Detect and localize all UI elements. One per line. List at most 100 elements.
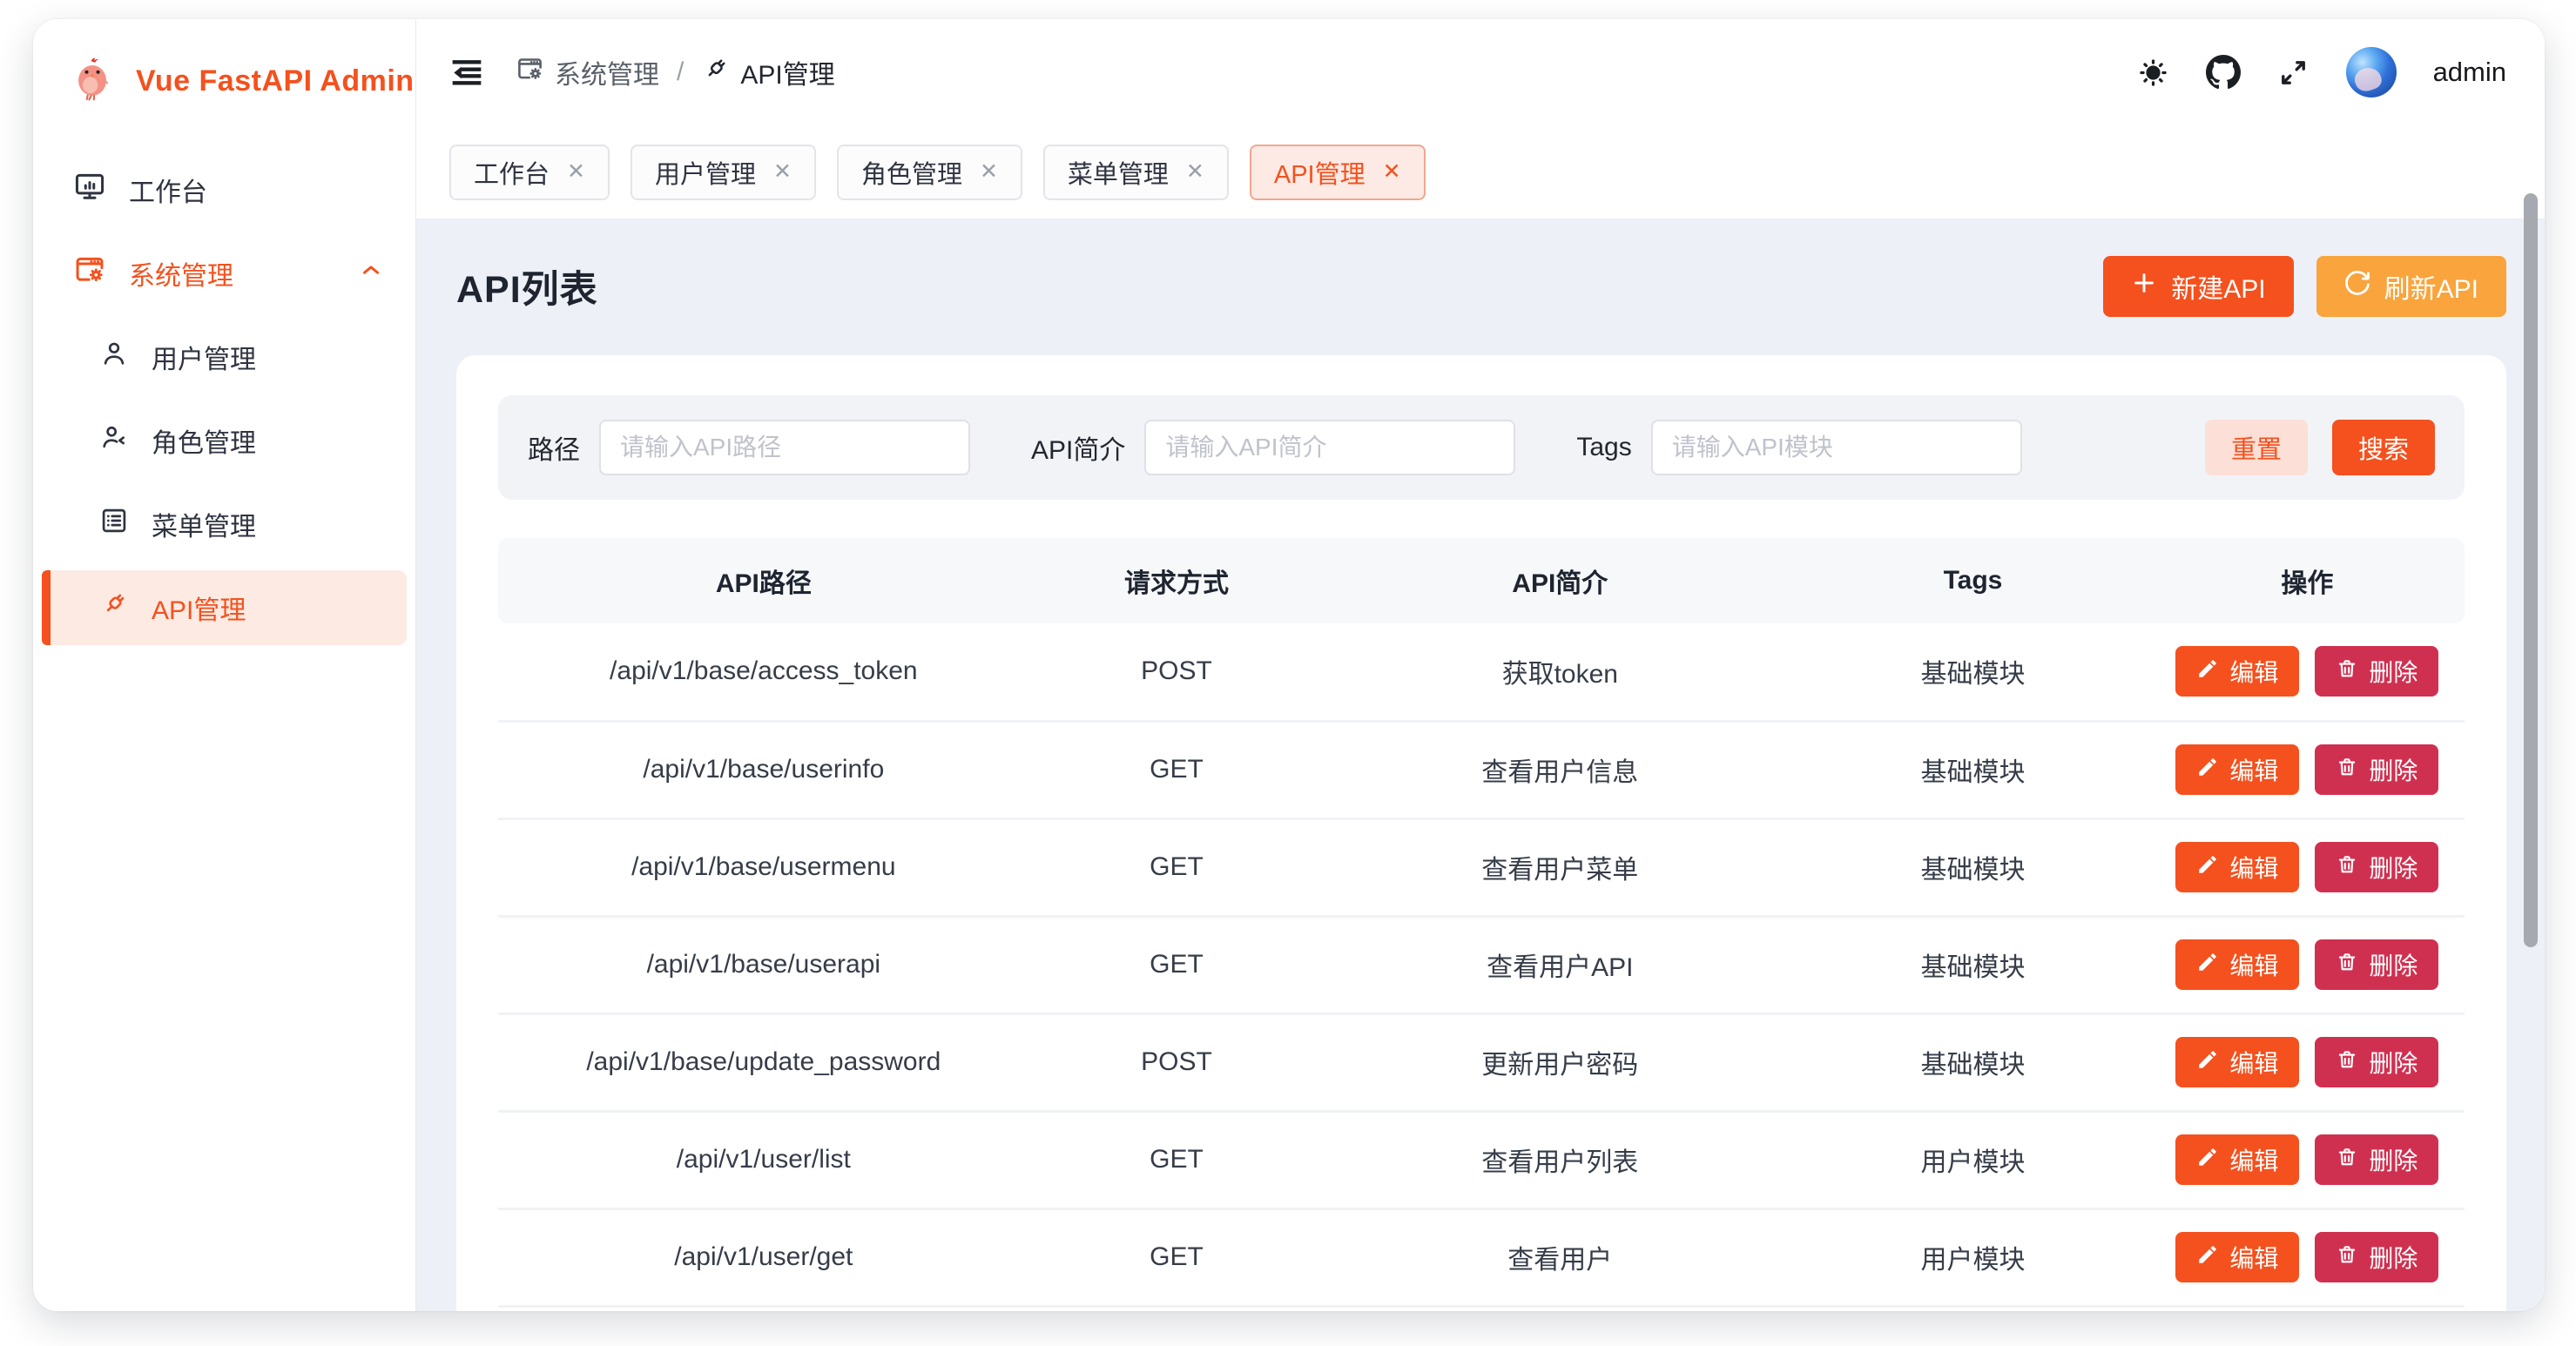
tab-menus[interactable]: 菜单管理 ✕ bbox=[1043, 145, 1229, 200]
username-label[interactable]: admin bbox=[2433, 57, 2506, 88]
sidebar-item-api[interactable]: API管理 bbox=[42, 570, 407, 645]
page-content: API列表 新建API bbox=[416, 219, 2545, 1311]
search-button[interactable]: 搜索 bbox=[2332, 420, 2435, 475]
delete-button[interactable]: 删除 bbox=[2315, 939, 2438, 990]
reset-button[interactable]: 重置 bbox=[2205, 420, 2308, 475]
edit-button[interactable]: 编辑 bbox=[2175, 646, 2299, 697]
chick-logo-icon bbox=[68, 54, 118, 109]
edit-button[interactable]: 编辑 bbox=[2175, 1134, 2299, 1185]
trash-icon bbox=[2336, 1048, 2358, 1077]
delete-button[interactable]: 删除 bbox=[2315, 1037, 2438, 1087]
edit-label: 编辑 bbox=[2229, 1045, 2278, 1080]
sidebar-item-system[interactable]: 系统管理 bbox=[42, 236, 407, 311]
sidebar-item-label: 用户管理 bbox=[152, 338, 256, 376]
trash-icon bbox=[2336, 1146, 2358, 1174]
filter-summary-input[interactable] bbox=[1144, 420, 1515, 475]
cell-path: /api/v1/base/access_token bbox=[498, 623, 1029, 721]
tab-close-icon[interactable]: ✕ bbox=[980, 161, 998, 183]
tab-label: 菜单管理 bbox=[1068, 154, 1169, 191]
refresh-api-button[interactable]: 刷新API bbox=[2316, 256, 2506, 317]
sidebar-item-menus[interactable]: 菜单管理 bbox=[42, 487, 407, 562]
edit-label: 编辑 bbox=[2229, 1240, 2278, 1275]
edit-button[interactable]: 编辑 bbox=[2175, 939, 2299, 990]
delete-button[interactable]: 删除 bbox=[2315, 1232, 2438, 1282]
filter-tags-input[interactable] bbox=[1651, 420, 2022, 475]
delete-button[interactable]: 删除 bbox=[2315, 744, 2438, 795]
pencil-icon bbox=[2196, 1048, 2219, 1077]
github-icon[interactable] bbox=[2206, 55, 2241, 90]
edit-button[interactable]: 编辑 bbox=[2175, 842, 2299, 892]
cell-method: POST bbox=[1029, 1013, 1325, 1111]
tab-close-icon[interactable]: ✕ bbox=[1383, 161, 1401, 183]
trash-icon bbox=[2336, 756, 2358, 784]
table-row: /api/v1/base/userapi GET 查看用户API 基础模块 编辑… bbox=[498, 916, 2465, 1013]
edit-button[interactable]: 编辑 bbox=[2175, 1232, 2299, 1282]
menu-fold-icon[interactable] bbox=[449, 55, 484, 90]
cell-method: GET bbox=[1029, 818, 1325, 916]
refresh-api-label: 刷新API bbox=[2384, 267, 2478, 306]
sidebar-item-roles[interactable]: 角色管理 bbox=[42, 403, 407, 478]
tab-close-icon[interactable]: ✕ bbox=[1186, 161, 1204, 183]
delete-button[interactable]: 删除 bbox=[2315, 842, 2438, 892]
cell-tags: 基础模块 bbox=[1796, 623, 2149, 721]
delete-label: 删除 bbox=[2369, 1142, 2418, 1177]
system-settings-icon bbox=[516, 55, 544, 91]
cell-tags: 基础模块 bbox=[1796, 721, 2149, 818]
fullscreen-icon[interactable] bbox=[2277, 57, 2310, 89]
sidebar-item-workbench[interactable]: 工作台 bbox=[42, 152, 407, 227]
tab-api[interactable]: API管理 ✕ bbox=[1250, 145, 1426, 200]
row-actions: 编辑 删除 bbox=[2150, 939, 2465, 990]
header-actions: admin bbox=[2137, 47, 2506, 98]
cell-tags: 用户模块 bbox=[1796, 1111, 2149, 1208]
tab-roles[interactable]: 角色管理 ✕ bbox=[837, 145, 1022, 200]
tab-close-icon[interactable]: ✕ bbox=[567, 161, 585, 183]
delete-label: 删除 bbox=[2369, 947, 2418, 982]
breadcrumb-item-api[interactable]: API管理 bbox=[701, 53, 834, 91]
row-actions: 编辑 删除 bbox=[2150, 646, 2465, 697]
cell-path: /api/v1/base/update_password bbox=[498, 1013, 1029, 1111]
create-api-button[interactable]: 新建API bbox=[2103, 256, 2293, 317]
column-header-method: 请求方式 bbox=[1029, 538, 1325, 623]
filter-summary-label: API简介 bbox=[1031, 428, 1125, 467]
column-header-actions: 操作 bbox=[2150, 538, 2465, 623]
tab-close-icon[interactable]: ✕ bbox=[773, 161, 792, 183]
brand-logo[interactable]: Vue FastAPI Admin bbox=[33, 19, 415, 131]
cell-path: /api/v1/user/list bbox=[498, 1111, 1029, 1208]
plus-icon bbox=[2131, 270, 2157, 303]
tab-users[interactable]: 用户管理 ✕ bbox=[631, 145, 816, 200]
breadcrumb-item-system[interactable]: 系统管理 bbox=[516, 53, 659, 91]
filter-panel: 路径 API简介 Tags 重置 搜索 bbox=[498, 395, 2465, 500]
cell-method: GET bbox=[1029, 916, 1325, 1013]
cell-summary: 查看用户 bbox=[1324, 1208, 1796, 1306]
monitor-icon bbox=[73, 170, 106, 210]
api-table: API路径 请求方式 API简介 Tags 操作 /api/v1/base/ac… bbox=[498, 538, 2465, 1308]
delete-label: 删除 bbox=[2369, 1240, 2418, 1275]
trash-icon bbox=[2336, 1243, 2358, 1272]
filter-path-input[interactable] bbox=[599, 420, 970, 475]
theme-sun-icon[interactable] bbox=[2137, 57, 2169, 89]
api-table-body: /api/v1/base/access_token POST 获取token 基… bbox=[498, 623, 2465, 1306]
delete-button[interactable]: 删除 bbox=[2315, 646, 2438, 697]
tab-workbench[interactable]: 工作台 ✕ bbox=[449, 145, 610, 200]
cell-summary: 查看用户信息 bbox=[1324, 721, 1796, 818]
filter-tags-label: Tags bbox=[1576, 433, 1631, 462]
cell-tags: 基础模块 bbox=[1796, 1013, 2149, 1111]
user-avatar[interactable] bbox=[2346, 47, 2397, 98]
edit-button[interactable]: 编辑 bbox=[2175, 744, 2299, 795]
pencil-icon bbox=[2196, 657, 2219, 686]
breadcrumb-separator: / bbox=[677, 57, 684, 87]
cell-summary: 获取token bbox=[1324, 623, 1796, 721]
tab-label: 工作台 bbox=[474, 154, 550, 191]
cell-method: GET bbox=[1029, 1208, 1325, 1306]
sidebar-item-label: 系统管理 bbox=[129, 254, 233, 293]
filter-path-label: 路径 bbox=[528, 428, 580, 467]
sidebar-item-users[interactable]: 用户管理 bbox=[42, 320, 407, 394]
api-list-card: 路径 API简介 Tags 重置 搜索 API路径 bbox=[456, 355, 2506, 1311]
delete-button[interactable]: 删除 bbox=[2315, 1134, 2438, 1185]
breadcrumb: 系统管理 / API管理 bbox=[516, 53, 835, 91]
edit-button[interactable]: 编辑 bbox=[2175, 1037, 2299, 1087]
cell-method: GET bbox=[1029, 721, 1325, 818]
vertical-scrollbar-thumb[interactable] bbox=[2524, 193, 2538, 947]
table-row: /api/v1/base/usermenu GET 查看用户菜单 基础模块 编辑… bbox=[498, 818, 2465, 916]
sidebar-item-label: 角色管理 bbox=[152, 421, 256, 460]
